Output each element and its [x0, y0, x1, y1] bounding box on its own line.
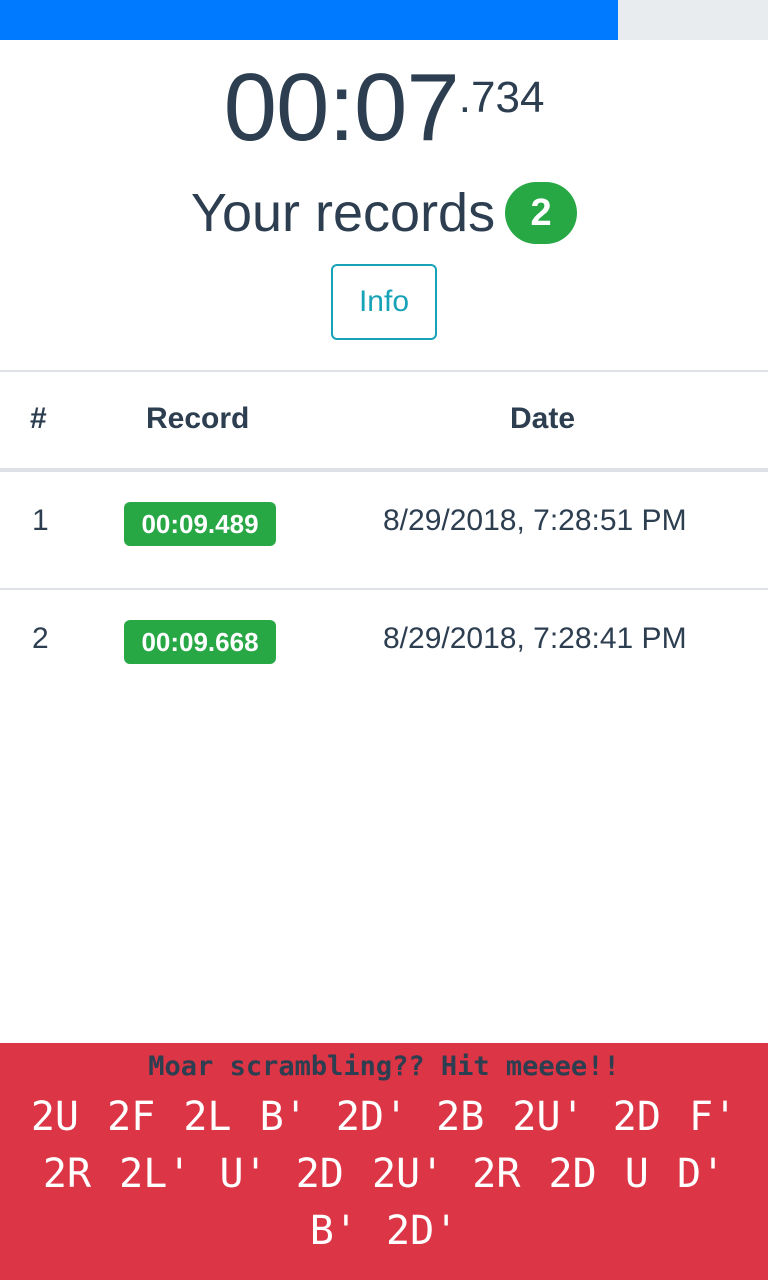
records-table: # Record Date 1 00:09.489 8/29/2018, 7:2…: [0, 370, 768, 706]
records-heading: Your records 2: [0, 180, 768, 246]
record-time-badge: 00:09.668: [124, 620, 276, 664]
timer-main: 00:07: [223, 54, 460, 161]
row-index: 2: [32, 622, 49, 655]
row-date: 8/29/2018, 7:28:51 PM: [383, 504, 687, 537]
records-heading-label: Your records: [190, 183, 496, 243]
column-header-record: Record: [146, 402, 250, 435]
progress-bar: [0, 0, 768, 40]
progress-bar-fill: [0, 0, 619, 40]
table-row: 1 00:09.489 8/29/2018, 7:28:51 PM: [0, 472, 768, 590]
row-date: 8/29/2018, 7:28:41 PM: [383, 622, 687, 655]
timer-milliseconds: .734: [458, 73, 545, 122]
info-button[interactable]: Info: [331, 264, 437, 340]
column-header-date: Date: [510, 402, 576, 435]
app-page: 00:07.734 Your records 2 Info # Record Da…: [0, 0, 768, 1280]
scramble-button[interactable]: Moar scrambling?? Hit meeee!! 2U 2F 2L B…: [0, 1043, 768, 1280]
records-count-badge: 2: [505, 182, 578, 244]
table-header: # Record Date: [0, 372, 768, 472]
column-header-index: #: [30, 402, 47, 435]
row-index: 1: [32, 504, 49, 537]
scramble-prompt: Moar scrambling?? Hit meeee!!: [148, 1051, 620, 1082]
table-row: 2 00:09.668 8/29/2018, 7:28:41 PM: [0, 590, 768, 706]
scramble-sequence: 2U 2F 2L B' 2D' 2B 2U' 2D F' 2R 2L' U' 2…: [30, 1094, 738, 1254]
timer-display: 00:07.734: [0, 58, 768, 158]
record-time-badge: 00:09.489: [124, 502, 276, 546]
